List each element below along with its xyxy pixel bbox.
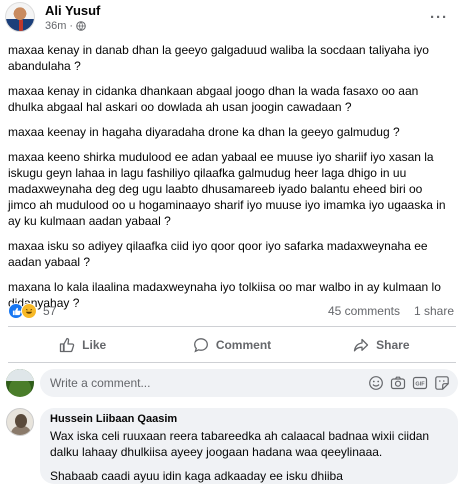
post-paragraph: maxaa kenay in cidanka dhankaan abgaal j… — [8, 84, 419, 114]
current-user-avatar — [6, 369, 34, 397]
svg-text:GIF: GIF — [415, 382, 425, 388]
comment-text: Shabaab caadi ayuu idin kaga adkaaday ee… — [50, 469, 343, 483]
comment-placeholder: Write a comment... — [50, 376, 151, 390]
post-time[interactable]: 36m — [45, 20, 66, 32]
smiley-icon[interactable] — [368, 375, 384, 391]
comment-input[interactable]: Write a comment... GIF — [40, 369, 458, 397]
gif-icon[interactable]: GIF — [412, 375, 428, 391]
post-paragraph: maxaa isku so adiyey qilaafka ciid iyo q… — [8, 239, 428, 269]
share-button[interactable]: Share — [307, 330, 456, 360]
divider — [8, 362, 456, 363]
comment-bubble: Hussein Liibaan Qaasim Wax iska celi ruu… — [40, 408, 458, 484]
haha-reaction-icon — [21, 303, 37, 319]
comment-icon — [193, 338, 208, 353]
post-actions: Like Comment Share — [8, 330, 456, 360]
commenter-avatar[interactable] — [6, 408, 34, 436]
like-button[interactable]: Like — [8, 330, 157, 360]
more-options-icon[interactable]: ··· — [430, 9, 448, 26]
reactions-summary[interactable]: 57 — [8, 303, 56, 319]
comment-text: Wax iska celi ruuxaan reera tabareedka a… — [50, 429, 430, 459]
post-meta: 36m · — [45, 20, 86, 32]
like-label: Like — [82, 338, 107, 352]
reaction-count: 57 — [43, 304, 57, 318]
share-icon — [353, 338, 369, 352]
sticker-icon[interactable] — [434, 375, 450, 391]
comments-count[interactable]: 45 comments — [328, 304, 400, 318]
post-header: Ali Yusuf 36m · ··· — [0, 0, 466, 36]
share-label: Share — [376, 338, 410, 352]
comment-composer: Write a comment... GIF — [4, 369, 460, 397]
meta-separator: · — [69, 20, 74, 32]
post-paragraph: maxaa keenay in hagaha diyaradaha drone … — [8, 125, 400, 139]
comment-label: Comment — [215, 338, 272, 352]
post-stats: 57 45 comments 1 share — [0, 302, 466, 322]
camera-icon[interactable] — [390, 375, 406, 391]
thumbs-up-icon — [60, 337, 75, 353]
post-paragraph: maxaa kenay in danab dhan la geeyo galga… — [8, 43, 429, 73]
commenter-name[interactable]: Hussein Liibaan Qaasim — [50, 413, 448, 425]
comment-button[interactable]: Comment — [157, 330, 306, 360]
divider — [8, 326, 456, 327]
shares-count[interactable]: 1 share — [414, 304, 454, 318]
globe-icon — [76, 21, 86, 31]
post-body: maxaa kenay in danab dhan la geeyo galga… — [8, 42, 452, 320]
post-paragraph: maxaa keeno shirka mudulood ee adan yaba… — [8, 150, 446, 228]
author-name[interactable]: Ali Yusuf — [45, 3, 100, 18]
author-avatar[interactable] — [5, 2, 35, 32]
